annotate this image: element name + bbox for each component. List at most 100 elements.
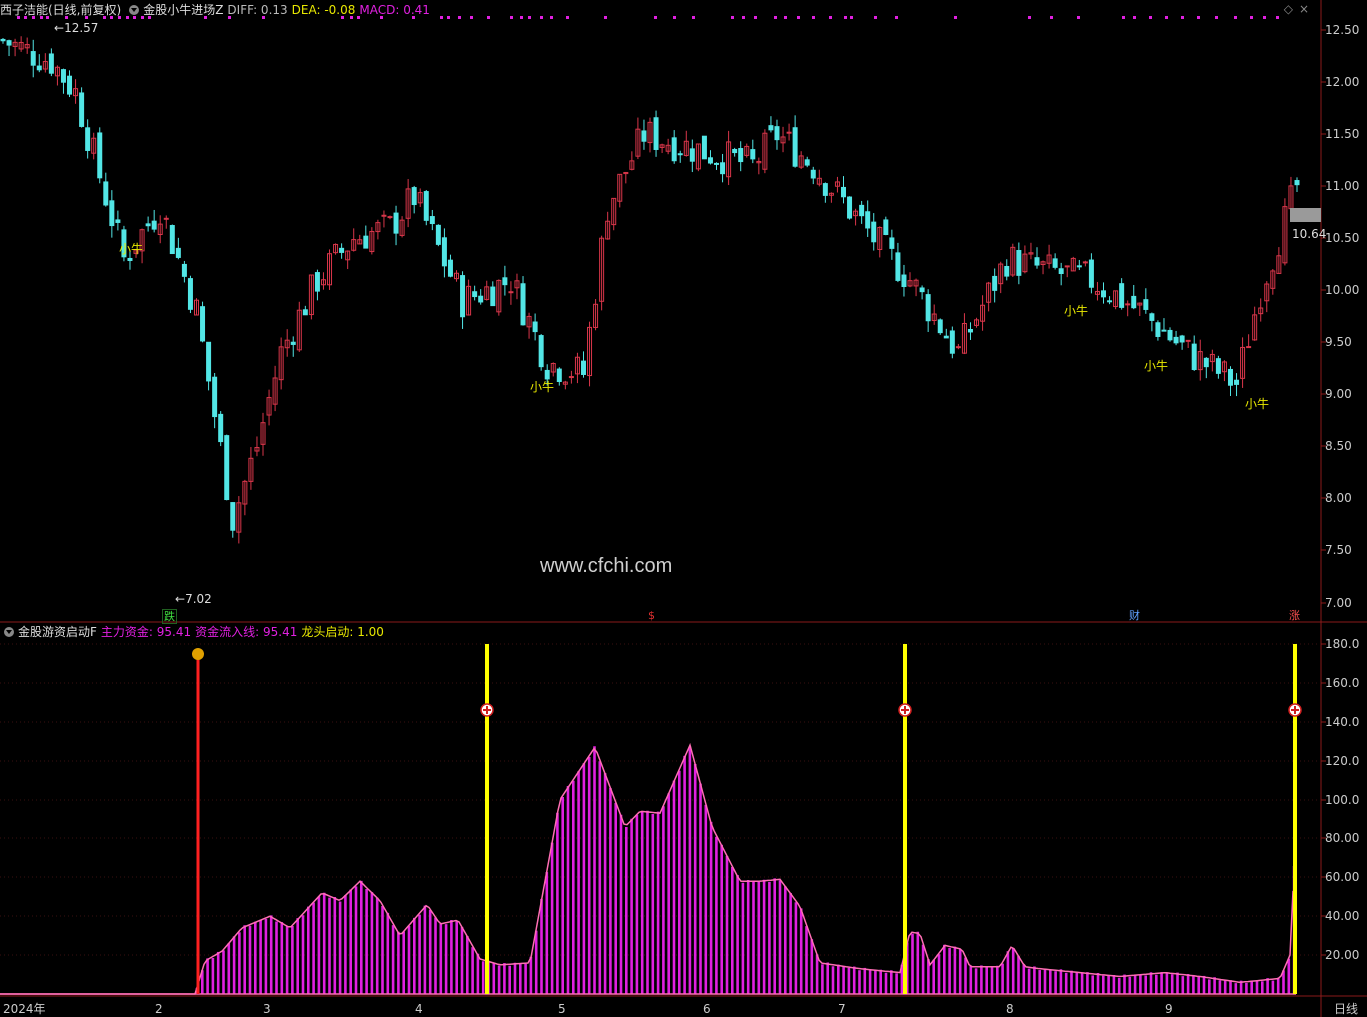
- candle-body: [181, 263, 187, 277]
- candle-body: [163, 217, 169, 220]
- candle-body: [810, 169, 816, 179]
- candle-body: [429, 216, 435, 225]
- candle-body: [175, 247, 181, 258]
- price-tick-label: 10.00: [1325, 283, 1360, 297]
- candle-body: [822, 183, 828, 196]
- candle-body: [212, 376, 218, 418]
- main-chart-header: 西子洁能(日线,前复权) 金股小牛进场Z DIFF: 0.13 DEA: -0.08 M…: [0, 0, 434, 20]
- signal-dot: [1276, 16, 1279, 19]
- candle-body: [1227, 368, 1233, 386]
- signal-dot: [1197, 16, 1200, 19]
- date-tick-label: 8: [1006, 1002, 1014, 1016]
- candle-body: [701, 135, 707, 160]
- candle-body: [895, 252, 901, 281]
- candle-body: [393, 212, 399, 234]
- sub-tick-label: 140.0: [1325, 715, 1360, 729]
- signal-dot: [1181, 16, 1184, 19]
- candle-body: [937, 319, 943, 334]
- up-badge[interactable]: 涨: [1288, 609, 1301, 622]
- candle-body: [411, 187, 417, 206]
- candle-body: [1016, 250, 1022, 276]
- candle-body: [556, 368, 562, 382]
- indicator-name[interactable]: 金股小牛进场Z: [143, 3, 223, 17]
- candle-body: [97, 132, 103, 179]
- candle-body: [1131, 295, 1137, 309]
- diff-value: DIFF: 0.13: [227, 3, 288, 17]
- money-bag-icon: [192, 648, 204, 660]
- signal-dot: [447, 16, 450, 19]
- signal-dot: [784, 16, 787, 19]
- sub-tick-label: 20.00: [1325, 948, 1360, 962]
- sub-tick-label: 40.00: [1325, 909, 1360, 923]
- date-tick-label: 9: [1165, 1002, 1173, 1016]
- candle-body: [883, 219, 889, 236]
- close-icon[interactable]: ×: [1299, 2, 1315, 16]
- candle-body: [538, 335, 544, 368]
- signal-dot: [797, 16, 800, 19]
- high-price-marker: ←12.57: [54, 21, 99, 35]
- signal-dot: [1149, 16, 1152, 19]
- sub-tick-label: 100.0: [1325, 793, 1360, 807]
- candle-body: [925, 294, 931, 322]
- last-price-box: [1290, 208, 1321, 222]
- diamond-icon[interactable]: ◇: [1284, 2, 1299, 16]
- finance-badge[interactable]: 财: [1128, 609, 1141, 622]
- candle-body: [472, 291, 478, 298]
- price-tick-label: 12.00: [1325, 75, 1360, 89]
- price-tick-label: 11.50: [1325, 127, 1360, 141]
- candle-body: [804, 159, 810, 166]
- leader-start-value: 龙头启动: 1.00: [301, 625, 384, 639]
- candle-body: [1191, 343, 1197, 370]
- signal-dot: [1250, 16, 1253, 19]
- date-tick-label: 6: [703, 1002, 711, 1016]
- candle-body: [871, 221, 877, 243]
- candle-body: [720, 162, 726, 175]
- sub-chart-header: 金股游资启动F 主力资金: 95.41 资金流入线: 95.41 龙头启动: 1.00: [0, 622, 388, 642]
- signal-dot: [566, 16, 569, 19]
- dropdown-icon[interactable]: [4, 627, 14, 637]
- candle-body: [230, 502, 236, 531]
- sub-tick-label: 80.00: [1325, 831, 1360, 845]
- period-label[interactable]: 日线: [1334, 1002, 1358, 1016]
- date-tick-label: 2: [155, 1002, 163, 1016]
- signal-dot: [742, 16, 745, 19]
- candle-body: [314, 272, 320, 292]
- candle-body: [460, 275, 466, 318]
- down-badge[interactable]: 跌: [162, 609, 177, 624]
- sub-indicator-name[interactable]: 金股游资启动F: [18, 625, 97, 639]
- candle-body: [423, 191, 429, 221]
- candle-body: [36, 65, 42, 71]
- candle-body: [714, 162, 720, 165]
- signal-dot: [1122, 16, 1125, 19]
- candle-body: [520, 283, 526, 326]
- candle-body: [1155, 322, 1161, 337]
- candle-body: [115, 219, 121, 223]
- candle-body: [1173, 336, 1179, 344]
- signal-dot: [520, 16, 523, 19]
- signal-dot: [510, 16, 513, 19]
- candle-body: [786, 131, 792, 134]
- candle-body: [1082, 261, 1088, 264]
- candle-body: [224, 435, 230, 501]
- chart-canvas[interactable]: [0, 0, 1367, 1017]
- signal-dot: [487, 16, 490, 19]
- candle-body: [580, 360, 586, 375]
- candle-body: [919, 287, 925, 293]
- macd-value: MACD: 0.41: [359, 3, 430, 17]
- signal-dot: [1263, 16, 1266, 19]
- candle-body: [1246, 346, 1252, 349]
- signal-dot: [528, 16, 531, 19]
- dropdown-icon[interactable]: [129, 5, 140, 15]
- dea-value: DEA: -0.08: [291, 3, 356, 17]
- window-controls[interactable]: ◇×: [1284, 2, 1315, 16]
- candle-body: [1167, 329, 1173, 341]
- signal-dot: [895, 16, 898, 19]
- candle-body: [218, 413, 224, 443]
- candle-body: [103, 181, 109, 206]
- price-tick-label: 10.50: [1325, 231, 1360, 245]
- candle-body: [339, 247, 345, 253]
- candle-body: [889, 237, 895, 249]
- candle-body: [1179, 335, 1185, 343]
- money-badge[interactable]: $: [645, 609, 658, 622]
- price-tick-label: 7.00: [1325, 596, 1352, 610]
